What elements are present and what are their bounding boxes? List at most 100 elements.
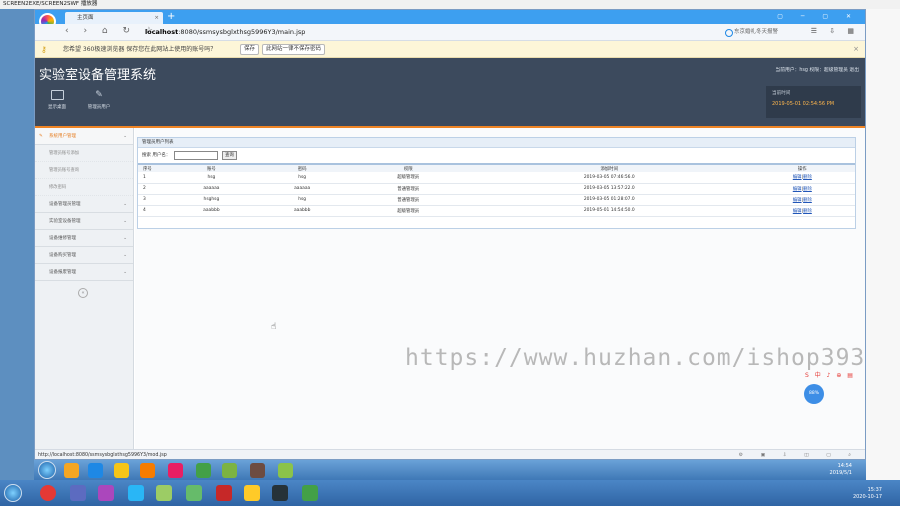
sidebar: 系统用户管理 ⌄ 管理员账号添加 管理员账号查询 修改密码 设备管理员管理 ⌄ 实验…: [35, 128, 134, 459]
sidebar-subitem-query-admin[interactable]: 管理员账号查询: [35, 162, 133, 179]
app-icon[interactable]: [128, 485, 144, 501]
inner-clock[interactable]: 14:54 2019/5/1: [830, 463, 852, 477]
cell-account: aaaaaa: [166, 183, 257, 195]
never-save-button[interactable]: 此网站一律不保存密码: [262, 44, 326, 55]
delete-link[interactable]: 删除: [803, 175, 812, 180]
cell-role: 普通管理员: [347, 194, 469, 206]
sidebar-subitem-change-password[interactable]: 修改密码: [35, 179, 133, 196]
tab-main-page[interactable]: 主页面 ×: [65, 12, 163, 24]
cell-actions: 编辑|删除: [749, 205, 855, 217]
sidebar-item-user-management[interactable]: 系统用户管理 ⌄: [35, 128, 133, 145]
ie-icon[interactable]: [88, 463, 103, 478]
cell-password: hsg: [256, 172, 348, 184]
player-icon[interactable]: [302, 485, 318, 501]
tab-close-icon[interactable]: ×: [154, 12, 159, 24]
nav-admin-users[interactable]: ✎ 管理员用户: [79, 90, 119, 110]
edit-link[interactable]: 编辑: [793, 175, 802, 180]
table-row: 1 hsg hsg 超级管理员 2019-03-05 07:46:56.0 编辑…: [138, 172, 855, 184]
app-icon[interactable]: [250, 463, 265, 478]
time-box: 当前时间 2019-05-01 02:54:56 PM: [766, 86, 861, 118]
admin-list-panel: 管理员用户列表 搜索 用户名： 查询 序号 账号 密码 权限 添加时间 操作 1…: [137, 137, 856, 229]
flash-icon[interactable]: [216, 485, 232, 501]
floating-toolbar[interactable]: S 中 ♪ ⊕ ▤: [805, 370, 865, 380]
chevron-down-icon: ⌄: [123, 270, 127, 275]
sidebar-item-label: 设备维修管理: [49, 236, 76, 241]
url-field[interactable]: localhost:8080/ssmsysbglxthsg5996Y3/main…: [145, 27, 685, 38]
close-icon[interactable]: ×: [853, 41, 859, 58]
cell-password: aaaaaa: [256, 183, 348, 195]
delete-link[interactable]: 删除: [803, 209, 812, 214]
cell-role: 超级管理员: [347, 205, 469, 217]
sidebar-collapse-button[interactable]: «: [78, 288, 88, 298]
sidebar-item-lab-equipment[interactable]: 实验室设备管理 ⌄: [35, 213, 133, 230]
cell-role: 超级管理员: [347, 172, 469, 184]
sidebar-item-purchase[interactable]: 设备购买管理 ⌄: [35, 247, 133, 264]
start-button-icon[interactable]: [4, 484, 22, 502]
table-row: 4 aaabbb aaabbb 超级管理员 2019-05-01 14:54:5…: [138, 205, 855, 217]
qq-icon[interactable]: [272, 485, 288, 501]
app-icon[interactable]: [64, 463, 79, 478]
cell-no: 2: [138, 183, 166, 195]
delete-link[interactable]: 删除: [803, 198, 812, 203]
nav-show-desktop[interactable]: 显示桌面: [37, 90, 77, 110]
cell-no: 3: [138, 194, 166, 206]
folder-icon[interactable]: [244, 485, 260, 501]
outer-date: 2020-10-17: [852, 494, 882, 500]
app-icon[interactable]: [70, 485, 86, 501]
edit-link[interactable]: 编辑: [793, 198, 802, 203]
chevron-down-icon: ⌄: [123, 219, 127, 224]
password-bar-message: 您希望 360极速浏览器 保存您在此网站上使用的账号吗？: [63, 46, 217, 53]
app-icon[interactable]: [222, 463, 237, 478]
delete-link[interactable]: 删除: [803, 187, 812, 192]
app-icon[interactable]: [196, 463, 211, 478]
column-header: 添加时间: [468, 163, 750, 172]
query-button[interactable]: 查询: [222, 151, 237, 160]
media-icon[interactable]: [140, 463, 155, 478]
save-password-button[interactable]: 保存: [240, 44, 260, 55]
folder-icon[interactable]: [114, 463, 129, 478]
cell-password: hsg: [256, 194, 348, 206]
status-icons[interactable]: ⚙ ▣ ⇩ ◫ ▢ ⌕: [739, 450, 859, 459]
inner-time: 14:54: [837, 463, 852, 469]
app-icon[interactable]: [186, 485, 202, 501]
cell-time: 2019-03-05 01:28:07.0: [468, 194, 750, 206]
tab-title: 主页面: [77, 15, 94, 21]
table-row: 3 hsghsg hsg 普通管理员 2019-03-05 01:28:07.0…: [138, 194, 855, 206]
edit-link[interactable]: 编辑: [793, 209, 802, 214]
cell-account: hsg: [166, 172, 257, 184]
desktop-right-strip: [866, 9, 900, 480]
username-search-input[interactable]: [174, 151, 218, 160]
float-ball-button[interactable]: 88%: [804, 384, 824, 404]
sidebar-item-scrap[interactable]: 设备报废管理 ⌄: [35, 264, 133, 281]
app-icon[interactable]: [98, 485, 114, 501]
toolbar-icons[interactable]: ☰ ⇩ ▦: [811, 27, 859, 35]
user-info[interactable]: 当前用户：hsg 权限：超级管理员 退出: [775, 66, 859, 73]
edit-link[interactable]: 编辑: [793, 187, 802, 192]
address-bar-row: ‹ › ⌂ ↻ ☆ localhost:8080/ssmsysbglxthsg5…: [35, 24, 865, 41]
start-button-icon[interactable]: [38, 461, 56, 479]
mouse-cursor-icon: ☝: [271, 322, 277, 332]
app-icon[interactable]: [156, 485, 172, 501]
app-icon[interactable]: [278, 463, 293, 478]
search-field[interactable]: 东京婚礼冬天报警: [725, 27, 805, 38]
sidebar-item-device-admin[interactable]: 设备管理员管理 ⌄: [35, 196, 133, 213]
sidebar-item-repair[interactable]: 设备维修管理 ⌄: [35, 230, 133, 247]
chrome-icon[interactable]: [40, 485, 56, 501]
outer-clock[interactable]: 15:37 2020-10-17: [853, 487, 882, 501]
cell-no: 4: [138, 205, 166, 217]
time-value: 2019-05-01 02:54:56 PM: [772, 101, 835, 107]
cell-actions: 编辑|删除: [749, 172, 855, 184]
cell-actions: 编辑|删除: [749, 194, 855, 206]
column-header: 账号: [166, 163, 257, 172]
chevron-down-icon: ⌄: [123, 236, 127, 241]
cell-role: 普通管理员: [347, 183, 469, 195]
browser-360-icon[interactable]: [168, 463, 183, 478]
sidebar-subitem-add-admin[interactable]: 管理员账号添加: [35, 145, 133, 162]
browser-tab-bar: 主页面 × + ▢ ─ ▢ ✕: [35, 10, 865, 30]
url-path: :8080/ssmsysbglxthsg5996Y3/main.jsp: [178, 28, 306, 36]
cell-time: 2019-03-05 13:57:22.0: [468, 183, 750, 195]
cell-time: 2019-05-01 14:54:50.0: [468, 205, 750, 217]
new-tab-button[interactable]: +: [167, 10, 175, 24]
password-save-bar: ⚷ 您希望 360极速浏览器 保存您在此网站上使用的账号吗？ 保存 此网站一律不…: [35, 41, 865, 58]
window-controls[interactable]: ▢ ─ ▢ ✕: [777, 10, 859, 24]
